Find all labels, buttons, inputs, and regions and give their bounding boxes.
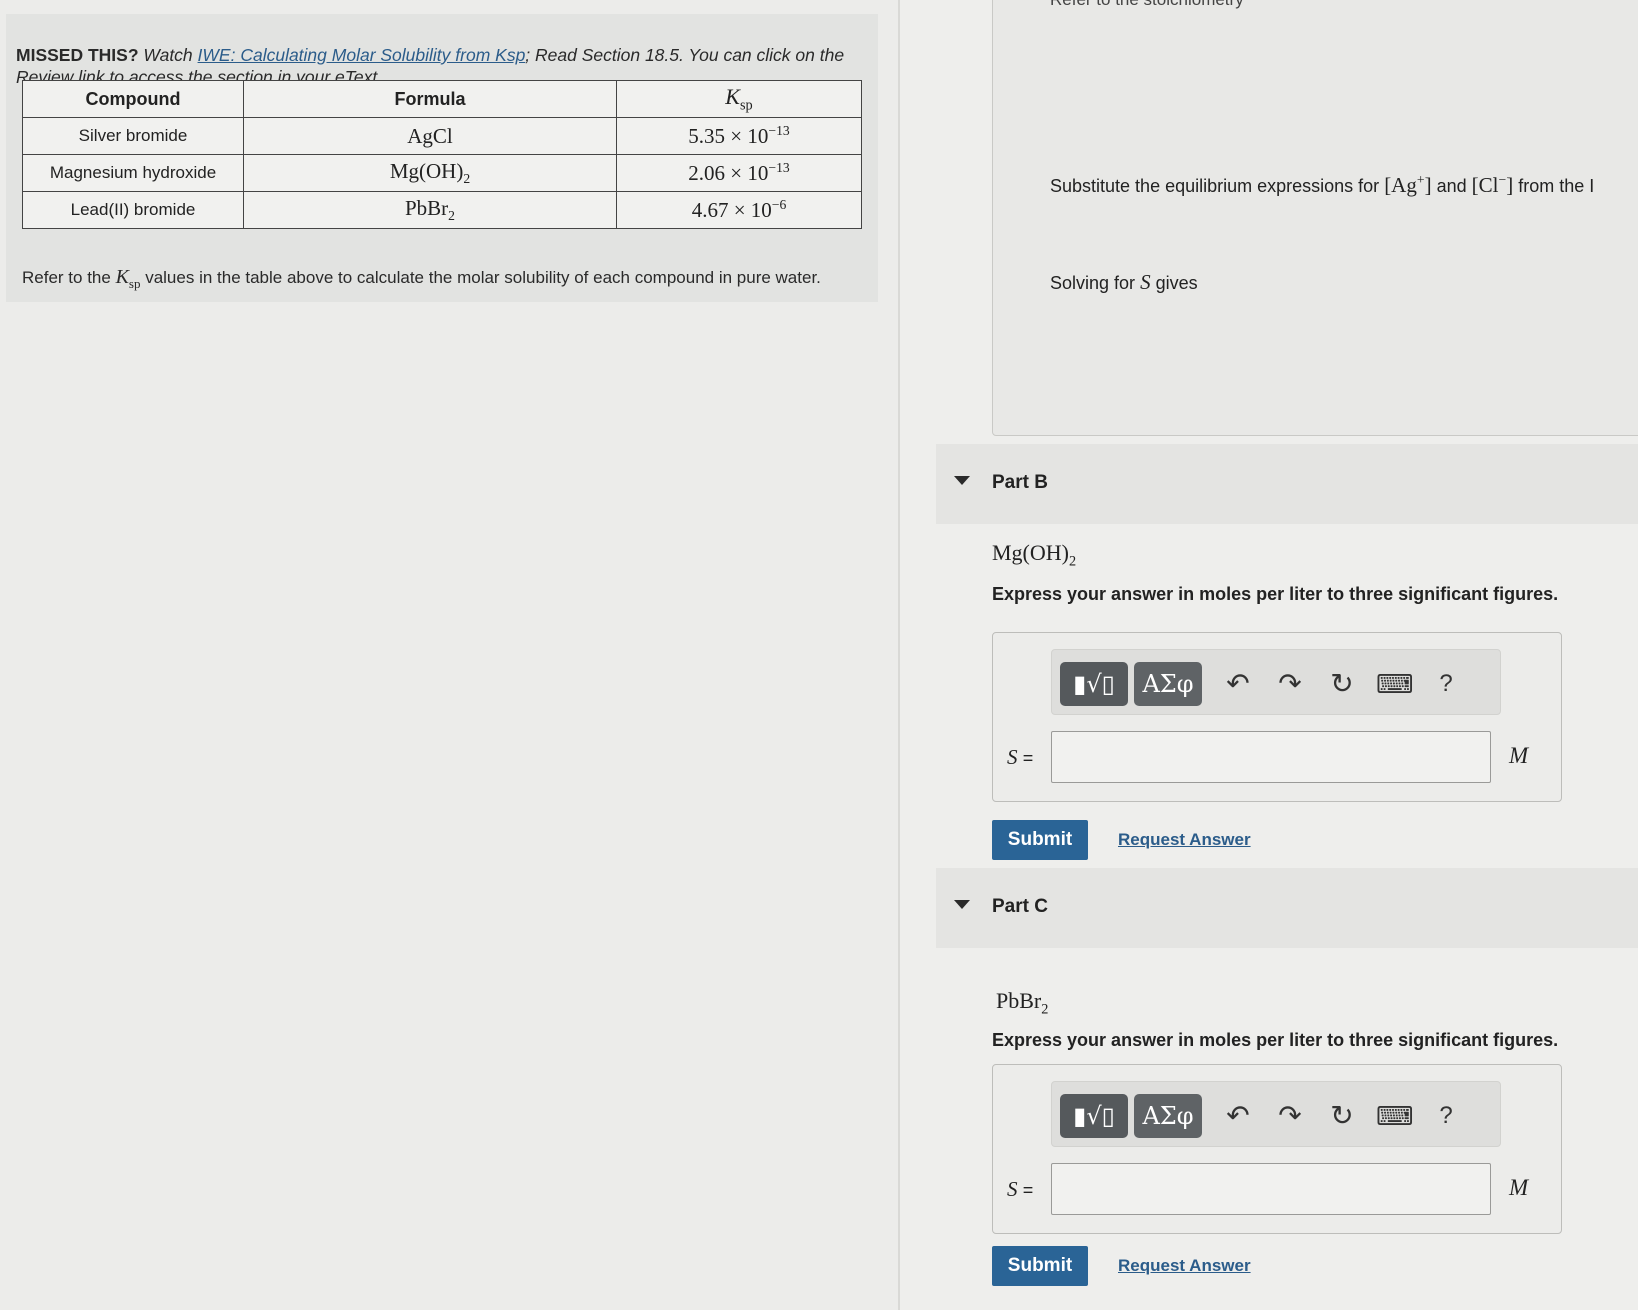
part-a-top-text: Refer to the stoichiometry — [1050, 0, 1244, 10]
request-answer-link[interactable]: Request Answer — [1118, 1256, 1251, 1276]
part-c-answer-box: ▮√▯ ΑΣφ ↶ ↷ ↻ ⌨ ? S = M — [992, 1064, 1562, 1234]
undo-icon[interactable]: ↶ — [1220, 1096, 1256, 1136]
col-header-ksp: Ksp — [616, 80, 862, 118]
formula-cell: PbBr2 — [243, 191, 617, 229]
ksp-cell: 2.06 × 10−13 — [616, 154, 862, 192]
watch-prefix: Watch — [143, 45, 193, 65]
ksp-cell: 5.35 × 10−13 — [616, 117, 862, 155]
refer-instruction: Refer to the Ksp values in the table abo… — [22, 266, 821, 291]
collapse-arrow-icon[interactable] — [954, 900, 970, 909]
answer-input[interactable] — [1051, 731, 1491, 783]
compound-cell: Silver bromide — [22, 117, 244, 155]
part-a-solution-box — [992, 0, 1638, 436]
templates-icon[interactable]: ▮√▯ — [1060, 1094, 1128, 1138]
part-b-instruction: Express your answer in moles per liter t… — [992, 584, 1559, 604]
undo-icon[interactable]: ↶ — [1220, 664, 1256, 704]
formula-cell: AgCl — [243, 117, 617, 155]
compound-cell: Magnesium hydroxide — [22, 154, 244, 192]
ksp-cell: 4.67 × 10−6 — [616, 191, 862, 229]
part-b-answer-box: ▮√▯ ΑΣφ ↶ ↷ ↻ ⌨ ? S = M — [992, 632, 1562, 802]
help-icon[interactable]: ? — [1428, 664, 1464, 704]
reset-icon[interactable]: ↻ — [1324, 664, 1360, 704]
substitute-text: Substitute the equilibrium expressions f… — [1050, 172, 1595, 197]
reset-icon[interactable]: ↻ — [1324, 1096, 1360, 1136]
formula-cell: Mg(OH)2 — [243, 154, 617, 192]
answer-input[interactable] — [1051, 1163, 1491, 1215]
answer-variable-label: S = — [1007, 745, 1034, 769]
redo-icon[interactable]: ↷ — [1272, 664, 1308, 704]
greek-symbols-button[interactable]: ΑΣφ — [1134, 662, 1202, 706]
part-c-header[interactable]: Part C — [936, 868, 1638, 948]
solving-text: Solving for S gives — [1050, 270, 1198, 294]
math-toolbar: ▮√▯ ΑΣφ ↶ ↷ ↻ ⌨ ? — [1051, 649, 1501, 715]
submit-button[interactable]: Submit — [992, 1246, 1088, 1286]
unit-label: M — [1509, 743, 1529, 768]
part-c-formula: PbBr2 — [996, 988, 1049, 1018]
part-b-formula: Mg(OH)2 — [992, 540, 1077, 570]
keyboard-icon[interactable]: ⌨ — [1376, 664, 1414, 704]
compound-cell: Lead(II) bromide — [22, 191, 244, 229]
request-answer-link[interactable]: Request Answer — [1118, 830, 1251, 850]
table-header-row: Compound Formula Ksp — [22, 80, 862, 118]
table-row: Magnesium hydroxide Mg(OH)2 2.06 × 10−13 — [22, 154, 862, 192]
part-b-header[interactable]: Part B — [936, 444, 1638, 524]
math-toolbar: ▮√▯ ΑΣφ ↶ ↷ ↻ ⌨ ? — [1051, 1081, 1501, 1147]
collapse-arrow-icon[interactable] — [954, 476, 970, 485]
col-header-compound: Compound — [22, 80, 244, 118]
missed-label: MISSED THIS? — [16, 45, 139, 65]
table-row: Lead(II) bromide PbBr2 4.67 × 10−6 — [22, 191, 862, 229]
redo-icon[interactable]: ↷ — [1272, 1096, 1308, 1136]
templates-icon[interactable]: ▮√▯ — [1060, 662, 1128, 706]
answer-variable-label: S = — [1007, 1177, 1034, 1201]
video-link[interactable]: IWE: Calculating Molar Solubility from K… — [198, 45, 526, 65]
table-row: Silver bromide AgCl 5.35 × 10−13 — [22, 117, 862, 155]
unit-label: M — [1509, 1175, 1529, 1200]
greek-symbols-button[interactable]: ΑΣφ — [1134, 1094, 1202, 1138]
help-icon[interactable]: ? — [1428, 1096, 1464, 1136]
part-c-instruction: Express your answer in moles per liter t… — [992, 1030, 1559, 1050]
submit-button[interactable]: Submit — [992, 820, 1088, 860]
ksp-table: Compound Formula Ksp Silver bromide AgCl… — [22, 80, 862, 229]
left-panel: MISSED THIS? Watch IWE: Calculating Mola… — [0, 0, 898, 1310]
part-b-title: Part B — [992, 472, 1048, 493]
keyboard-icon[interactable]: ⌨ — [1376, 1096, 1414, 1136]
col-header-formula: Formula — [243, 80, 617, 118]
right-panel: Refer to the stoichiometry Substitute th… — [900, 0, 1638, 1310]
part-c-title: Part C — [992, 896, 1048, 917]
